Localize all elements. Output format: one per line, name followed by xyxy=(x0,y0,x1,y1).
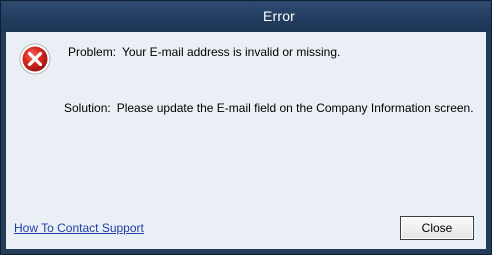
problem-message: Problem: Your E-mail address is invalid o… xyxy=(68,45,340,59)
close-button[interactable]: Close xyxy=(400,216,474,240)
dialog-title: Error xyxy=(262,8,296,24)
solution-text: Please update the E-mail field on the Co… xyxy=(116,101,474,115)
title-bar[interactable]: Error xyxy=(1,1,491,32)
error-icon xyxy=(19,43,51,75)
problem-label: Problem: xyxy=(68,45,117,59)
error-dialog: Error Problem: Your E-mail address is inv… xyxy=(0,0,492,255)
solution-label: Solution: xyxy=(64,101,111,115)
contact-support-link[interactable]: How To Contact Support xyxy=(14,221,144,235)
solution-message: Solution: Please update the E-mail field … xyxy=(64,101,474,115)
dialog-body: Problem: Your E-mail address is invalid o… xyxy=(6,32,486,249)
problem-text: Your E-mail address is invalid or missin… xyxy=(122,45,341,59)
